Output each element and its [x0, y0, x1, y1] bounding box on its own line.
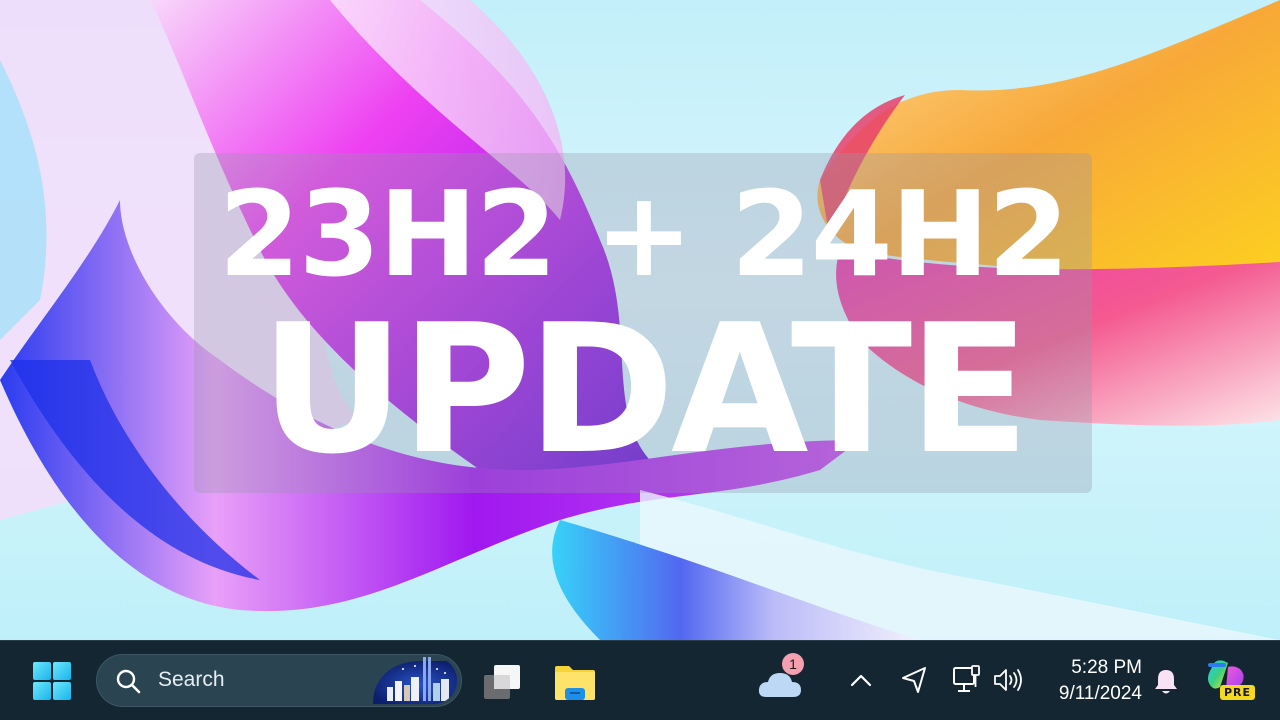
- title-update-text: UPDATE: [260, 286, 1030, 493]
- file-explorer-button[interactable]: [550, 659, 600, 707]
- windows-logo-icon: [33, 662, 71, 700]
- notifications-button[interactable]: [1150, 665, 1182, 699]
- title-version-text: 23H2 + 24H2: [218, 165, 1069, 303]
- clock-date: 9/11/2024: [1058, 683, 1142, 704]
- bell-icon: [1155, 670, 1177, 694]
- show-hidden-icons-button[interactable]: [846, 665, 876, 695]
- search-highlight-city-icon: [373, 657, 457, 704]
- taskbar: Search 1 5:28 PM 9/11/2024 PRE: [0, 640, 1280, 720]
- search-icon: [116, 669, 141, 694]
- search-placeholder: Search: [158, 668, 225, 691]
- ethernet-monitor-icon: [953, 665, 980, 692]
- copilot-preview-badge: PRE: [1220, 685, 1256, 700]
- search-box[interactable]: Search: [96, 654, 462, 707]
- network-tray-button[interactable]: [950, 663, 984, 697]
- task-view-button[interactable]: [478, 659, 526, 707]
- speaker-icon: [994, 669, 1022, 691]
- chevron-up-icon: [850, 674, 872, 687]
- clock-button[interactable]: 5:28 PM 9/11/2024: [1036, 655, 1142, 707]
- task-view-icon: [484, 665, 520, 699]
- location-arrow-icon: [902, 667, 926, 693]
- start-button[interactable]: [30, 659, 74, 703]
- title-overlay-panel: 23H2 + 24H2 UPDATE: [194, 153, 1092, 493]
- weather-notification-badge: 1: [782, 653, 804, 675]
- location-tray-button[interactable]: [898, 663, 930, 697]
- clock-time: 5:28 PM: [1071, 657, 1142, 678]
- folder-icon: [555, 666, 595, 700]
- widgets-weather-button[interactable]: 1: [754, 653, 810, 705]
- volume-tray-button[interactable]: [990, 665, 1026, 695]
- copilot-button[interactable]: PRE: [1200, 657, 1256, 707]
